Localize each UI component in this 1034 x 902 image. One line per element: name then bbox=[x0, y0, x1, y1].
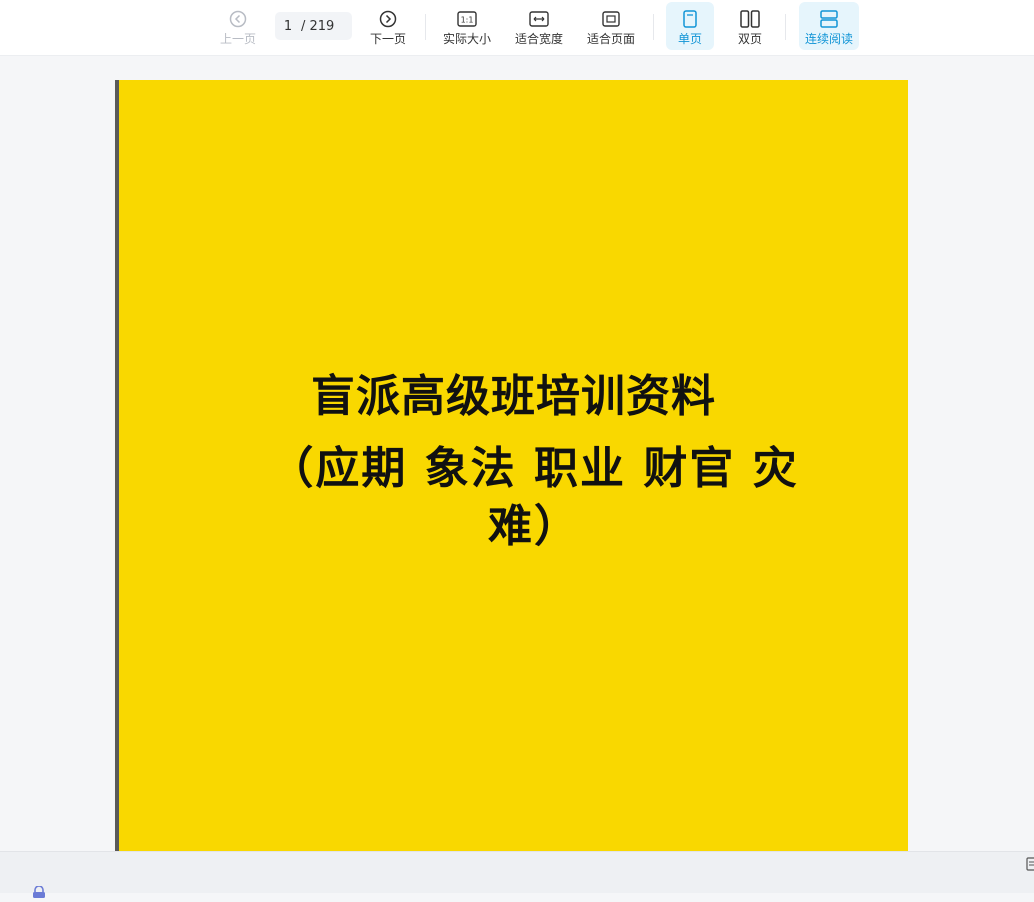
cover-title: 盲派高级班培训资料 bbox=[311, 371, 716, 422]
chevron-left-circle-icon bbox=[229, 9, 247, 29]
fit-width-label: 适合宽度 bbox=[514, 32, 563, 46]
document-page: 盲派高级班培训资料 （应期 象法 职业 财官 灾难） bbox=[115, 80, 908, 851]
svg-text:1:1: 1:1 bbox=[461, 16, 474, 25]
next-page-button[interactable]: 下一页 bbox=[358, 2, 418, 50]
document-viewer[interactable]: 盲派高级班培训资料 （应期 象法 职业 财官 灾难） bbox=[0, 56, 1034, 851]
actual-size-button[interactable]: 1:1 实际大小 bbox=[437, 2, 497, 50]
single-page-label: 单页 bbox=[677, 32, 702, 46]
continuous-scroll-icon bbox=[820, 9, 838, 29]
prev-page-label: 上一页 bbox=[219, 32, 256, 46]
single-page-button[interactable]: 单页 bbox=[666, 2, 714, 50]
lock-icon bbox=[30, 883, 48, 898]
toolbar-divider bbox=[653, 14, 654, 40]
fit-width-button[interactable]: 适合宽度 bbox=[509, 2, 569, 50]
continuous-reading-label: 连续阅读 bbox=[804, 32, 853, 46]
chevron-right-circle-icon bbox=[379, 9, 397, 29]
fit-page-button[interactable]: 适合页面 bbox=[581, 2, 641, 50]
viewer-toolbar: 上一页 / 219 下一页 1:1 实际大小 适合宽度 适合页面 单页 bbox=[0, 0, 1034, 56]
page-indicator: / 219 bbox=[275, 12, 352, 40]
fit-page-icon bbox=[602, 9, 620, 29]
double-page-label: 双页 bbox=[737, 32, 762, 46]
double-page-icon bbox=[740, 9, 760, 29]
continuous-reading-button[interactable]: 连续阅读 bbox=[799, 2, 859, 50]
next-page-label: 下一页 bbox=[369, 32, 406, 46]
toolbar-divider bbox=[785, 14, 786, 40]
page-number-input[interactable] bbox=[275, 18, 301, 34]
status-bar bbox=[0, 851, 1034, 898]
toolbar-divider bbox=[425, 14, 426, 40]
fit-width-icon bbox=[529, 9, 549, 29]
single-page-icon bbox=[682, 9, 698, 29]
cover-subtitle: （应期 象法 职业 财官 灾难） bbox=[269, 443, 799, 552]
double-page-button[interactable]: 双页 bbox=[726, 2, 774, 50]
panel-toggle-icon[interactable] bbox=[1026, 856, 1034, 871]
one-to-one-icon: 1:1 bbox=[457, 9, 477, 29]
actual-size-label: 实际大小 bbox=[442, 32, 491, 46]
fit-page-label: 适合页面 bbox=[586, 32, 635, 46]
page-total: / 219 bbox=[301, 18, 335, 34]
prev-page-button[interactable]: 上一页 bbox=[208, 2, 268, 50]
